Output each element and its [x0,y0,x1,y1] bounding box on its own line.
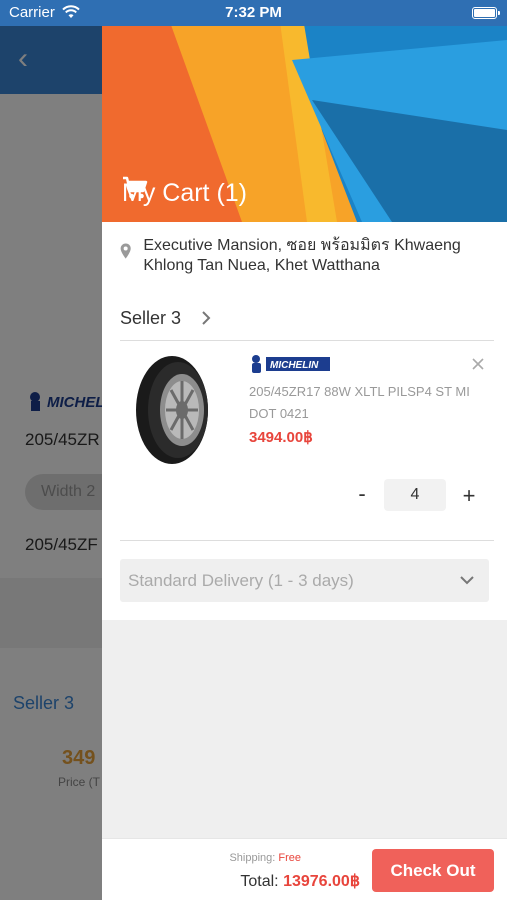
divider [120,340,494,341]
cart-header: My Cart (1) [102,0,507,222]
seller-row[interactable]: Seller 3 [120,306,211,330]
cart-footer: Shipping: Free Total: 13976.00฿ Check Ou… [102,838,507,900]
quantity-field[interactable]: 4 [384,479,446,511]
total-info: Total: 13976.00฿ [240,871,360,891]
quantity-increment-button[interactable]: + [457,482,481,510]
chevron-down-icon [460,576,474,585]
item-price: 3494.00฿ [249,429,313,446]
cart-drawer: My Cart (1) Executive Mansion, ซอย พร้อม… [102,0,507,900]
michelin-logo: MICHELIN [248,353,330,375]
tire-image [136,356,208,464]
seller-name: Seller 3 [120,307,182,328]
cart-title: My Cart (1) [122,176,247,210]
checkout-button[interactable]: Check Out [372,849,494,892]
divider [120,540,494,541]
shipping-info: Shipping: Free [229,852,301,864]
total-amount: 13976.00฿ [283,873,360,890]
delivery-address[interactable]: Executive Mansion, ซอย พร้อมมิตร Khwaeng… [120,236,495,276]
status-bar: Carrier 7:32 PM [0,0,507,26]
shipping-value: Free [278,852,301,864]
cart-body: Executive Mansion, ซอย พร้อมมิตร Khwaeng… [102,222,507,620]
svg-text:MICHELIN: MICHELIN [270,360,319,371]
location-pin-icon [120,243,131,259]
cart-icon [123,176,148,199]
total-label: Total: [240,873,279,890]
delivery-option-label: Standard Delivery (1 - 3 days) [128,571,354,590]
battery-icon [472,7,500,19]
shipping-label: Shipping: [229,852,276,864]
clock: 7:32 PM [225,4,282,21]
chevron-right-icon [202,311,211,325]
item-title: 205/45ZR17 88W XLTL PILSP4 ST MI DOT 042… [249,384,470,421]
address-text: Executive Mansion, ซอย พร้อมมิตร Khwaeng… [143,237,461,274]
delivery-option-select[interactable]: Standard Delivery (1 - 3 days) [120,559,489,602]
remove-item-icon[interactable] [470,356,486,372]
quantity-decrement-button[interactable]: - [350,480,374,508]
